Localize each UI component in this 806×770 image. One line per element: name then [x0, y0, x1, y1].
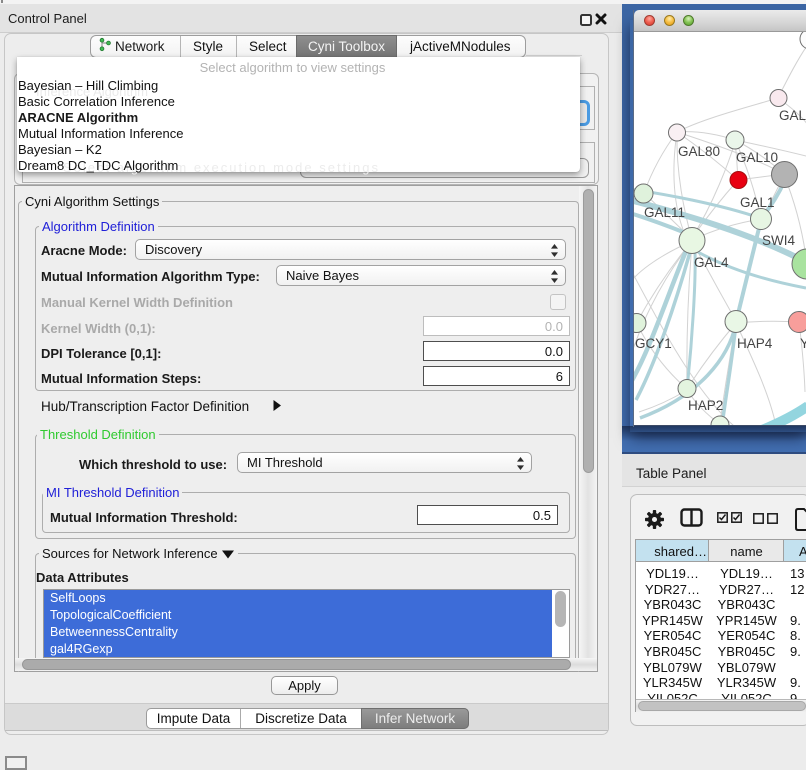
svg-text:GAL7: GAL7 [779, 108, 806, 123]
svg-text:GAL1: GAL1 [740, 195, 775, 210]
svg-text:GAL11: GAL11 [644, 205, 685, 220]
svg-text:GAL4: GAL4 [694, 255, 729, 270]
svg-text:GAL80: GAL80 [678, 144, 720, 159]
svg-text:HAP2: HAP2 [688, 398, 723, 413]
svg-text:Y: Y [800, 336, 806, 351]
svg-text:HAP4: HAP4 [737, 336, 773, 351]
svg-text:SWI4: SWI4 [762, 233, 795, 248]
svg-text:GAL10: GAL10 [736, 150, 778, 165]
svg-text:GCY1: GCY1 [635, 336, 672, 351]
